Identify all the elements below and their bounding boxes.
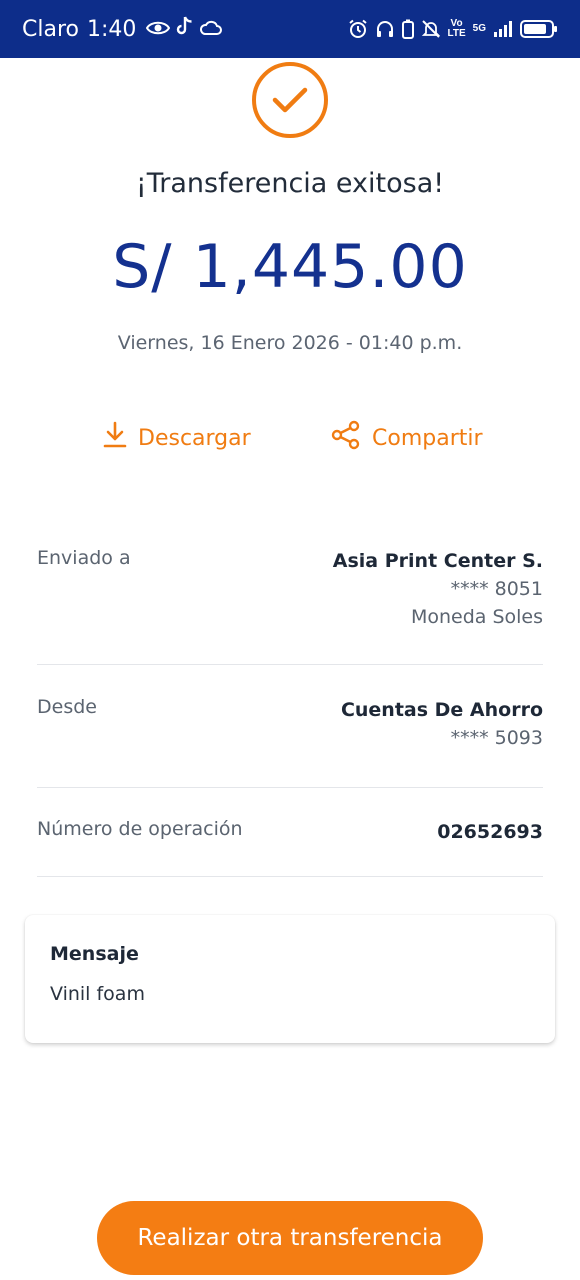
alarm-icon [348, 19, 368, 39]
signal-icon [493, 20, 513, 38]
operation-row: Número de operación 02652693 [37, 818, 543, 852]
recipient-name: Asia Print Center S. [332, 550, 543, 572]
eye-icon [146, 17, 171, 42]
operation-label: Número de operación [37, 818, 243, 840]
message-title: Mensaje [50, 943, 139, 965]
check-circle-icon [251, 61, 329, 139]
message-card: Mensaje Vinil foam [25, 915, 555, 1043]
cloud-icon [200, 17, 223, 42]
download-icon [102, 421, 128, 455]
recipient-row: Enviado a Asia Print Center S. **** 8051… [37, 547, 543, 647]
download-button[interactable]: Descargar [102, 418, 251, 458]
divider [37, 664, 543, 665]
source-account-type: Cuentas De Ahorro [340, 699, 543, 721]
source-account: **** 5093 [450, 727, 543, 749]
recipient-account: **** 8051 [450, 578, 543, 600]
carrier-name: Claro [22, 16, 79, 42]
tiktok-icon [176, 16, 194, 42]
headphones-icon [375, 19, 395, 39]
clock: 1:40 [86, 16, 137, 42]
share-icon [330, 420, 362, 456]
divider [37, 876, 543, 877]
recipient-label: Enviado a [37, 547, 131, 569]
status-right: Vo LTE 5G [348, 19, 559, 39]
source-values: Cuentas De Ahorro **** 5093 [341, 696, 543, 752]
network-5g: 5G [472, 23, 486, 34]
battery-saver-icon [401, 19, 414, 39]
success-title: ¡Transferencia exitosa! [135, 168, 445, 199]
recipient-values: Asia Print Center S. **** 8051 Moneda So… [333, 547, 543, 631]
source-label: Desde [37, 696, 97, 718]
notification-icons [146, 16, 223, 42]
status-left: Claro 1:40 [22, 16, 223, 42]
recipient-currency: Moneda Soles [410, 606, 543, 628]
share-button[interactable]: Compartir [330, 418, 483, 458]
new-transfer-button[interactable]: Realizar otra transferencia [97, 1201, 483, 1275]
bell-off-icon [421, 19, 441, 39]
transfer-date: Viernes, 16 Enero 2026 - 01:40 p.m. [117, 332, 463, 354]
share-label: Compartir [372, 425, 483, 451]
battery-icon [520, 19, 558, 39]
message-text: Vinil foam [50, 983, 145, 1005]
download-label: Descargar [138, 425, 251, 451]
status-bar: Claro 1:40 Vo LTE 5G [0, 0, 580, 58]
source-row: Desde Cuentas De Ahorro **** 5093 [37, 696, 543, 766]
network-volte: Vo LTE [447, 18, 466, 39]
operation-number: 02652693 [437, 821, 543, 843]
transfer-amount: S/ 1,445.00 [112, 232, 468, 302]
operation-values: 02652693 [437, 818, 543, 846]
divider [37, 787, 543, 788]
